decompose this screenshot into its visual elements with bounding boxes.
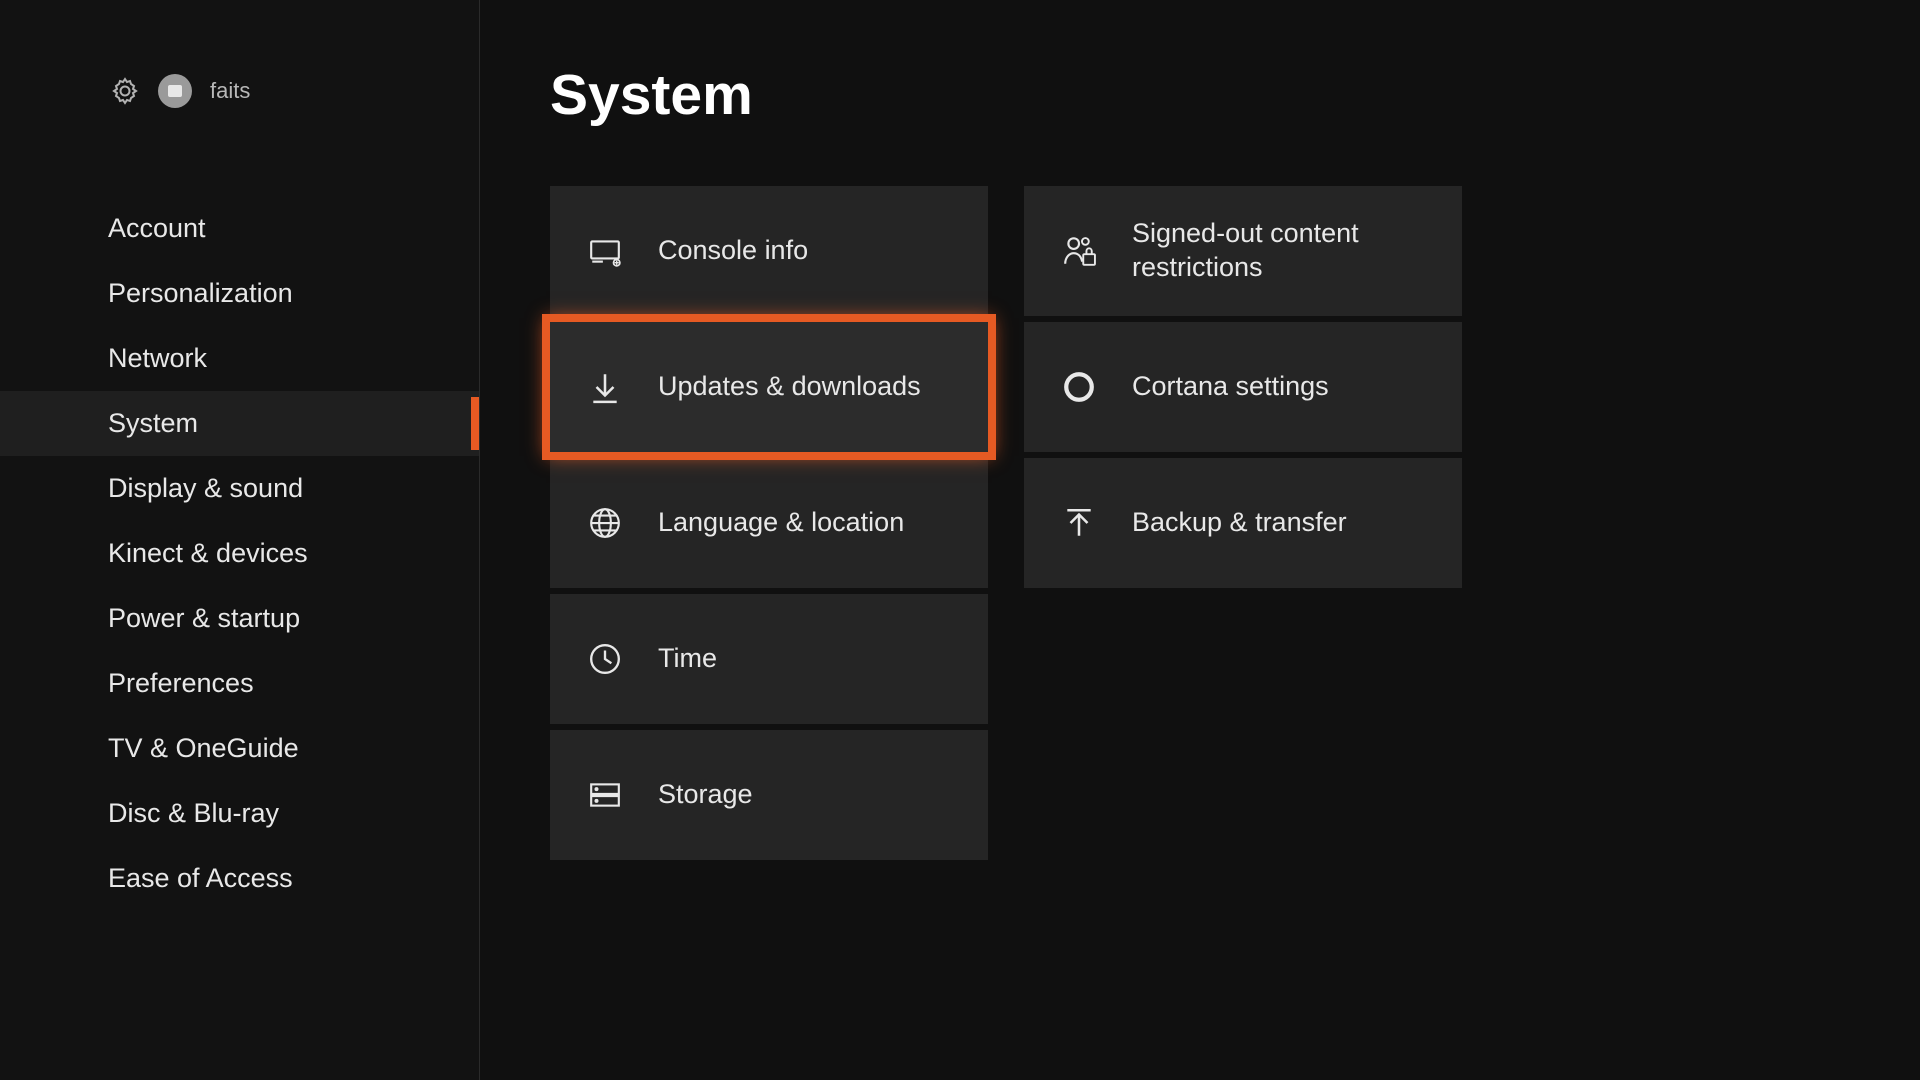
sidebar-item-label: Personalization <box>108 278 293 308</box>
sidebar-item-label: Preferences <box>108 668 254 698</box>
sidebar-item-preferences[interactable]: Preferences <box>0 651 479 716</box>
sidebar-item-network[interactable]: Network <box>0 326 479 391</box>
settings-sidebar: faits Account Personalization Network Syste… <box>0 0 480 1080</box>
tile-label: Backup & transfer <box>1132 506 1347 540</box>
tile-signedout-restrictions[interactable]: Signed-out content restrictions <box>1024 186 1462 316</box>
username-label: faits <box>210 78 250 104</box>
sidebar-item-label: Power & startup <box>108 603 300 633</box>
globe-icon <box>586 504 624 542</box>
sidebar-item-label: TV & OneGuide <box>108 733 299 763</box>
tile-updates-downloads[interactable]: Updates & downloads <box>550 322 988 452</box>
tile-label: Cortana settings <box>1132 370 1329 404</box>
sidebar-header: faits <box>0 74 479 108</box>
sidebar-item-label: System <box>108 408 198 438</box>
tile-console-info[interactable]: Console info <box>550 186 988 316</box>
sidebar-item-label: Network <box>108 343 207 373</box>
sidebar-item-personalization[interactable]: Personalization <box>0 261 479 326</box>
gear-icon <box>110 76 140 106</box>
clock-icon <box>586 640 624 678</box>
sidebar-nav: Account Personalization Network System Displ… <box>0 196 479 911</box>
sidebar-item-disc-blu-ray[interactable]: Disc & Blu-ray <box>0 781 479 846</box>
tile-label: Storage <box>658 778 753 812</box>
avatar[interactable] <box>158 74 192 108</box>
tile-time[interactable]: Time <box>550 594 988 724</box>
sidebar-item-system[interactable]: System <box>0 391 479 456</box>
ring-icon <box>1060 368 1098 406</box>
people-lock-icon <box>1060 232 1098 270</box>
sidebar-item-ease-of-access[interactable]: Ease of Access <box>0 846 479 911</box>
sidebar-item-power-startup[interactable]: Power & startup <box>0 586 479 651</box>
sidebar-item-label: Kinect & devices <box>108 538 308 568</box>
tile-label: Time <box>658 642 717 676</box>
sidebar-item-label: Disc & Blu-ray <box>108 798 279 828</box>
tile-label: Console info <box>658 234 808 268</box>
tile-storage[interactable]: Storage <box>550 730 988 860</box>
tile-label: Language & location <box>658 506 904 540</box>
page-title: System <box>550 62 1920 128</box>
sidebar-item-kinect-devices[interactable]: Kinect & devices <box>0 521 479 586</box>
upload-icon <box>1060 504 1098 542</box>
sidebar-item-label: Account <box>108 213 206 243</box>
tile-label: Updates & downloads <box>658 370 921 404</box>
tile-label: Signed-out content restrictions <box>1132 217 1432 285</box>
tile-column-2: Signed-out content restrictions Cortana s… <box>1024 186 1462 860</box>
download-icon <box>586 368 624 406</box>
storage-icon <box>586 776 624 814</box>
tile-backup-transfer[interactable]: Backup & transfer <box>1024 458 1462 588</box>
console-icon <box>586 232 624 270</box>
sidebar-item-display-sound[interactable]: Display & sound <box>0 456 479 521</box>
tile-column-1: Console info Updates & downloads Language … <box>550 186 988 860</box>
sidebar-item-label: Display & sound <box>108 473 303 503</box>
system-tiles: Console info Updates & downloads Language … <box>550 186 1920 860</box>
sidebar-item-label: Ease of Access <box>108 863 293 893</box>
sidebar-item-account[interactable]: Account <box>0 196 479 261</box>
tile-cortana-settings[interactable]: Cortana settings <box>1024 322 1462 452</box>
sidebar-item-tv-oneguide[interactable]: TV & OneGuide <box>0 716 479 781</box>
main-panel: System Console info Updates & downloads La… <box>480 0 1920 1080</box>
tile-language-location[interactable]: Language & location <box>550 458 988 588</box>
